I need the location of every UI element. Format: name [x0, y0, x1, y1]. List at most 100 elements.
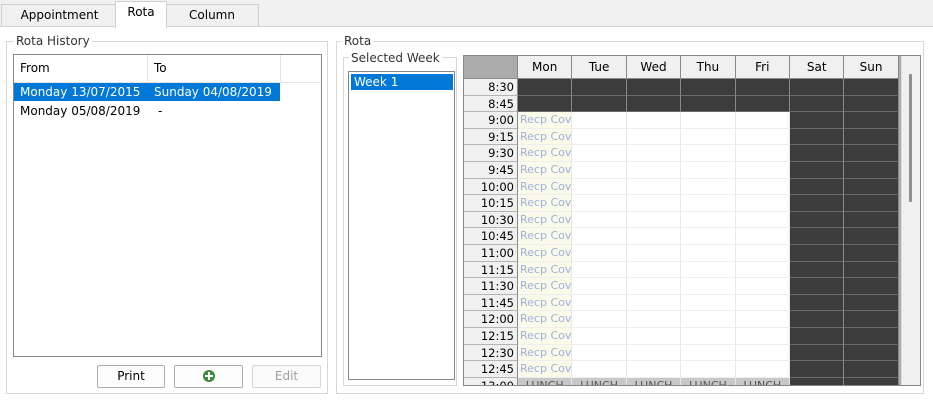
slot-empty[interactable]	[626, 294, 682, 312]
slot-empty[interactable]	[681, 361, 736, 378]
tab-rota[interactable]: Rota	[115, 1, 167, 28]
slot-closed[interactable]	[844, 162, 899, 179]
slot-recp-cov[interactable]: Recp Cov	[518, 228, 573, 245]
slot-recp-cov[interactable]: Recp Cov	[518, 128, 573, 146]
slot-closed[interactable]	[790, 162, 845, 179]
slot-closed[interactable]	[790, 294, 845, 312]
slot-empty[interactable]	[735, 245, 790, 262]
rota-history-list[interactable]: From To Monday 13/07/2015 Sunday 04/08/2…	[13, 54, 322, 357]
slot-closed[interactable]	[790, 228, 845, 245]
slot-closed[interactable]	[844, 195, 899, 212]
slot-empty[interactable]	[681, 195, 736, 212]
slot-empty[interactable]	[626, 195, 682, 212]
slot-recp-cov[interactable]: Recp Cov	[518, 261, 573, 279]
slot-empty[interactable]	[735, 211, 790, 229]
slot-closed[interactable]	[790, 195, 845, 212]
slot-empty[interactable]	[572, 228, 627, 245]
list-item[interactable]: Monday 13/07/2015 Sunday 04/08/2019	[14, 83, 280, 101]
slot-empty[interactable]	[735, 361, 790, 378]
slot-empty[interactable]	[572, 178, 627, 196]
slot-closed[interactable]	[572, 95, 627, 113]
slot-closed[interactable]	[790, 261, 845, 279]
slot-closed[interactable]	[844, 377, 899, 385]
slot-empty[interactable]	[735, 145, 790, 162]
slot-empty[interactable]	[735, 278, 790, 295]
slot-recp-cov[interactable]: Recp Cov	[518, 344, 573, 362]
slot-empty[interactable]	[626, 145, 682, 162]
slot-empty[interactable]	[735, 178, 790, 196]
slot-empty[interactable]	[735, 162, 790, 179]
slot-empty[interactable]	[681, 145, 736, 162]
slot-closed[interactable]	[790, 145, 845, 162]
column-header-to[interactable]: To	[148, 55, 281, 82]
slot-empty[interactable]	[626, 211, 682, 229]
slot-recp-cov[interactable]: Recp Cov	[518, 278, 573, 295]
slot-closed[interactable]	[790, 211, 845, 229]
add-button[interactable]	[174, 365, 243, 388]
slot-empty[interactable]	[681, 128, 736, 146]
slot-closed[interactable]	[790, 245, 845, 262]
slot-empty[interactable]	[735, 128, 790, 146]
slot-empty[interactable]	[681, 344, 736, 362]
slot-recp-cov[interactable]: Recp Cov	[518, 328, 573, 345]
slot-empty[interactable]	[626, 311, 682, 328]
slot-closed[interactable]	[681, 79, 736, 96]
slot-lunch[interactable]: LUNCH	[626, 377, 682, 385]
slot-empty[interactable]	[572, 162, 627, 179]
slot-empty[interactable]	[735, 344, 790, 362]
slot-empty[interactable]	[572, 211, 627, 229]
slot-empty[interactable]	[572, 128, 627, 146]
slot-closed[interactable]	[844, 112, 899, 129]
slot-lunch[interactable]: LUNCH	[518, 377, 573, 385]
slot-empty[interactable]	[626, 278, 682, 295]
slot-closed[interactable]	[735, 79, 790, 96]
slot-empty[interactable]	[681, 261, 736, 279]
scrollbar-thumb[interactable]	[909, 74, 912, 202]
slot-empty[interactable]	[626, 328, 682, 345]
slot-closed[interactable]	[844, 245, 899, 262]
slot-closed[interactable]	[790, 278, 845, 295]
slot-closed[interactable]	[844, 278, 899, 295]
slot-empty[interactable]	[572, 112, 627, 129]
slot-empty[interactable]	[735, 294, 790, 312]
rota-grid[interactable]: Mon Tue Wed Thu Fri Sat Sun 8:30 8:45 9:00 Recp Co…	[463, 55, 921, 386]
edit-button[interactable]: Edit	[252, 365, 321, 388]
slot-empty[interactable]	[681, 311, 736, 328]
slot-closed[interactable]	[844, 95, 899, 113]
slot-closed[interactable]	[626, 95, 682, 113]
slot-empty[interactable]	[735, 195, 790, 212]
slot-closed[interactable]	[844, 228, 899, 245]
slot-recp-cov[interactable]: Recp Cov	[518, 245, 573, 262]
slot-closed[interactable]	[844, 328, 899, 345]
slot-empty[interactable]	[681, 112, 736, 129]
slot-closed[interactable]	[626, 79, 682, 96]
slot-closed[interactable]	[790, 328, 845, 345]
slot-closed[interactable]	[844, 361, 899, 378]
slot-closed[interactable]	[844, 261, 899, 279]
slot-recp-cov[interactable]: Recp Cov	[518, 311, 573, 328]
slot-empty[interactable]	[572, 145, 627, 162]
slot-closed[interactable]	[790, 112, 845, 129]
slot-empty[interactable]	[681, 162, 736, 179]
slot-closed[interactable]	[844, 311, 899, 328]
slot-recp-cov[interactable]: Recp Cov	[518, 195, 573, 212]
slot-empty[interactable]	[681, 328, 736, 345]
slot-empty[interactable]	[572, 278, 627, 295]
slot-empty[interactable]	[626, 228, 682, 245]
slot-closed[interactable]	[790, 361, 845, 378]
slot-empty[interactable]	[681, 178, 736, 196]
slot-empty[interactable]	[572, 328, 627, 345]
slot-empty[interactable]	[572, 361, 627, 378]
slot-empty[interactable]	[572, 245, 627, 262]
slot-empty[interactable]	[735, 311, 790, 328]
slot-empty[interactable]	[626, 162, 682, 179]
slot-empty[interactable]	[626, 112, 682, 129]
list-item[interactable]: Monday 05/08/2019 -	[14, 102, 280, 120]
slot-recp-cov[interactable]: Recp Cov	[518, 361, 573, 378]
slot-lunch[interactable]: LUNCH	[572, 377, 627, 385]
slot-empty[interactable]	[735, 328, 790, 345]
slot-closed[interactable]	[518, 79, 573, 96]
slot-empty[interactable]	[572, 344, 627, 362]
slot-recp-cov[interactable]: Recp Cov	[518, 178, 573, 196]
slot-empty[interactable]	[681, 278, 736, 295]
